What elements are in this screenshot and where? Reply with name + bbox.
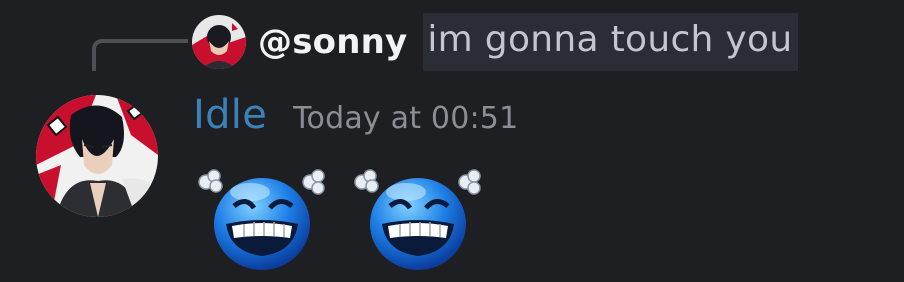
blue-laughing-steam-emoji-icon	[198, 169, 325, 270]
anime-character-avatar-icon	[192, 15, 246, 69]
message-header: Idle Today at 00:51	[193, 92, 518, 146]
username[interactable]: Idle	[193, 92, 267, 138]
chat-message: @sonny im gonna touch you Idle Today at …	[0, 0, 904, 282]
emoji[interactable]	[350, 166, 490, 272]
blue-laughing-steam-emoji-icon	[354, 169, 481, 270]
reply-author-name[interactable]: @sonny	[258, 22, 407, 62]
reply-message-text[interactable]: im gonna touch you	[423, 13, 799, 71]
timestamp[interactable]: Today at 00:51	[293, 101, 518, 136]
reply-avatar[interactable]	[192, 15, 246, 69]
avatar[interactable]	[36, 95, 158, 217]
reply-preview[interactable]: @sonny im gonna touch you	[192, 12, 799, 72]
reply-connector-line	[92, 39, 188, 71]
anime-character-avatar-icon	[36, 95, 158, 217]
emoji[interactable]	[194, 166, 334, 272]
message-content	[194, 166, 506, 272]
